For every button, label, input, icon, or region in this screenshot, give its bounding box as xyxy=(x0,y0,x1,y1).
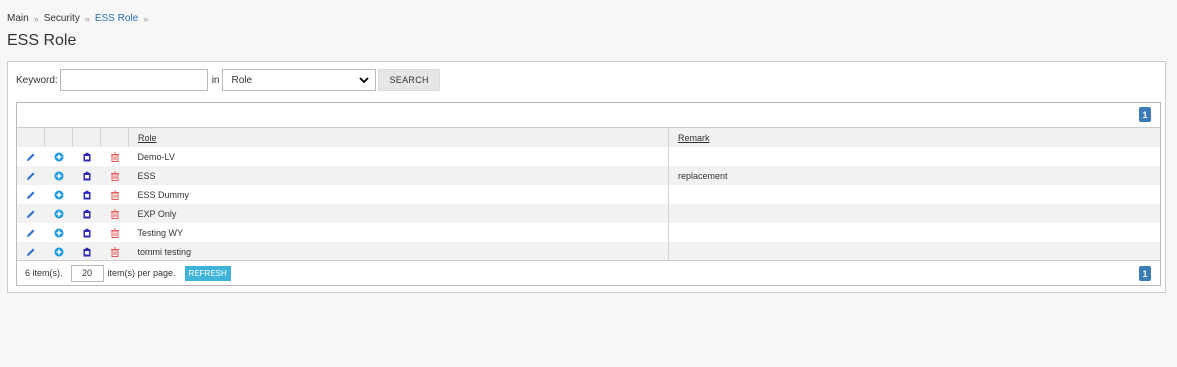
trash-icon xyxy=(101,228,129,238)
clipboard-icon xyxy=(73,247,101,257)
remark-cell xyxy=(668,242,1160,261)
delete-button[interactable] xyxy=(101,185,129,204)
pencil-icon xyxy=(17,190,45,200)
role-cell: Testing WY xyxy=(128,223,669,242)
copy-button[interactable] xyxy=(73,147,101,166)
add-button[interactable] xyxy=(44,166,73,185)
add-button[interactable] xyxy=(45,147,73,166)
role-cell: EXP Only xyxy=(128,204,669,223)
trash-icon xyxy=(101,171,129,181)
pager-page-button[interactable]: 1 xyxy=(1139,107,1151,122)
chevron-down-icon xyxy=(359,76,370,83)
trash-icon xyxy=(101,247,129,257)
delete-button[interactable] xyxy=(101,147,129,166)
role-cell: ESS Dummy xyxy=(128,185,669,204)
remark-cell: replacement xyxy=(668,166,1160,185)
table-row: EXP Only xyxy=(17,204,1160,223)
page-title: ESS Role xyxy=(7,32,77,49)
chevron-right-icon: » xyxy=(143,13,149,24)
breadcrumb: Main » Security » ESS Role » xyxy=(7,13,153,24)
refresh-button[interactable]: REFRESH xyxy=(184,265,231,281)
edit-button[interactable] xyxy=(17,166,45,185)
roles-table: Role Remark Demo-LV ESS replacement ESS … xyxy=(17,128,1160,261)
col-edit-header xyxy=(17,128,45,147)
copy-button[interactable] xyxy=(72,242,101,261)
plus-circle-icon xyxy=(45,171,73,181)
trash-icon xyxy=(101,190,129,200)
plus-circle-icon xyxy=(45,209,73,219)
per-page-label: item(s) per page. xyxy=(107,268,176,278)
roles-grid: 1 Role Remark Demo-LV ESS replacement ES… xyxy=(16,102,1161,286)
trash-icon xyxy=(101,152,129,162)
clipboard-icon xyxy=(73,152,101,162)
delete-button[interactable] xyxy=(100,242,129,261)
edit-button[interactable] xyxy=(17,223,45,242)
item-count: 6 item(s). xyxy=(25,268,63,278)
remark-cell xyxy=(669,147,1161,166)
search-button[interactable]: SEARCH xyxy=(378,69,440,91)
edit-button[interactable] xyxy=(17,147,45,166)
role-cell: Demo-LV xyxy=(128,147,669,166)
add-button[interactable] xyxy=(44,204,73,223)
search-bar: Keyword: in Role SEARCH xyxy=(16,69,440,91)
copy-button[interactable] xyxy=(73,185,101,204)
remark-cell xyxy=(669,185,1161,204)
keyword-input[interactable] xyxy=(59,69,208,91)
table-row: ESS Dummy xyxy=(17,185,1160,204)
table-row: Demo-LV xyxy=(17,147,1160,166)
edit-button[interactable] xyxy=(17,204,45,223)
content-panel: Keyword: in Role SEARCH 1 Role Remark De… xyxy=(7,61,1166,293)
col-add-header xyxy=(44,128,73,147)
add-button[interactable] xyxy=(44,242,73,261)
grid-pager-top: 1 xyxy=(17,103,1160,128)
keyword-label: Keyword: xyxy=(16,74,58,86)
edit-button[interactable] xyxy=(17,242,45,261)
search-field-value: Role xyxy=(231,74,253,86)
delete-button[interactable] xyxy=(101,223,129,242)
breadcrumb-security[interactable]: Security xyxy=(44,13,80,24)
role-cell: ESS xyxy=(128,166,669,185)
plus-circle-icon xyxy=(45,152,73,162)
pencil-icon xyxy=(17,209,45,219)
col-copy-header xyxy=(72,128,101,147)
in-label: in xyxy=(211,74,220,86)
table-row: Testing WY xyxy=(17,223,1160,242)
chevron-right-icon: » xyxy=(33,13,39,24)
col-remark-header[interactable]: Remark xyxy=(668,128,1160,147)
pencil-icon xyxy=(17,171,45,181)
col-delete-header xyxy=(100,128,129,147)
copy-button[interactable] xyxy=(72,204,101,223)
add-button[interactable] xyxy=(45,223,73,242)
clipboard-icon xyxy=(73,171,101,181)
chevron-right-icon: » xyxy=(84,13,90,24)
add-button[interactable] xyxy=(45,185,73,204)
breadcrumb-main[interactable]: Main xyxy=(7,13,29,24)
edit-button[interactable] xyxy=(17,185,45,204)
page-size-input[interactable]: 20 xyxy=(70,264,104,282)
plus-circle-icon xyxy=(45,247,73,257)
delete-button[interactable] xyxy=(100,204,129,223)
copy-button[interactable] xyxy=(73,223,101,242)
pencil-icon xyxy=(17,152,45,162)
role-cell: tommi testing xyxy=(128,242,669,261)
remark-cell xyxy=(668,204,1160,223)
grid-footer: 6 item(s). 20 item(s) per page. REFRESH … xyxy=(17,260,1160,285)
delete-button[interactable] xyxy=(100,166,129,185)
pencil-icon xyxy=(17,247,45,257)
remark-cell xyxy=(669,223,1161,242)
pager-page-button[interactable]: 1 xyxy=(1139,266,1151,281)
trash-icon xyxy=(101,209,129,219)
clipboard-icon xyxy=(73,228,101,238)
plus-circle-icon xyxy=(45,228,73,238)
clipboard-icon xyxy=(73,209,101,219)
col-role-header[interactable]: Role xyxy=(128,128,669,147)
copy-button[interactable] xyxy=(72,166,101,185)
pencil-icon xyxy=(17,228,45,238)
breadcrumb-current[interactable]: ESS Role xyxy=(95,13,138,24)
table-row: ESS replacement xyxy=(17,166,1160,185)
table-row: tommi testing xyxy=(17,242,1160,261)
clipboard-icon xyxy=(73,190,101,200)
plus-circle-icon xyxy=(45,190,73,200)
search-field-select[interactable]: Role xyxy=(222,69,377,91)
